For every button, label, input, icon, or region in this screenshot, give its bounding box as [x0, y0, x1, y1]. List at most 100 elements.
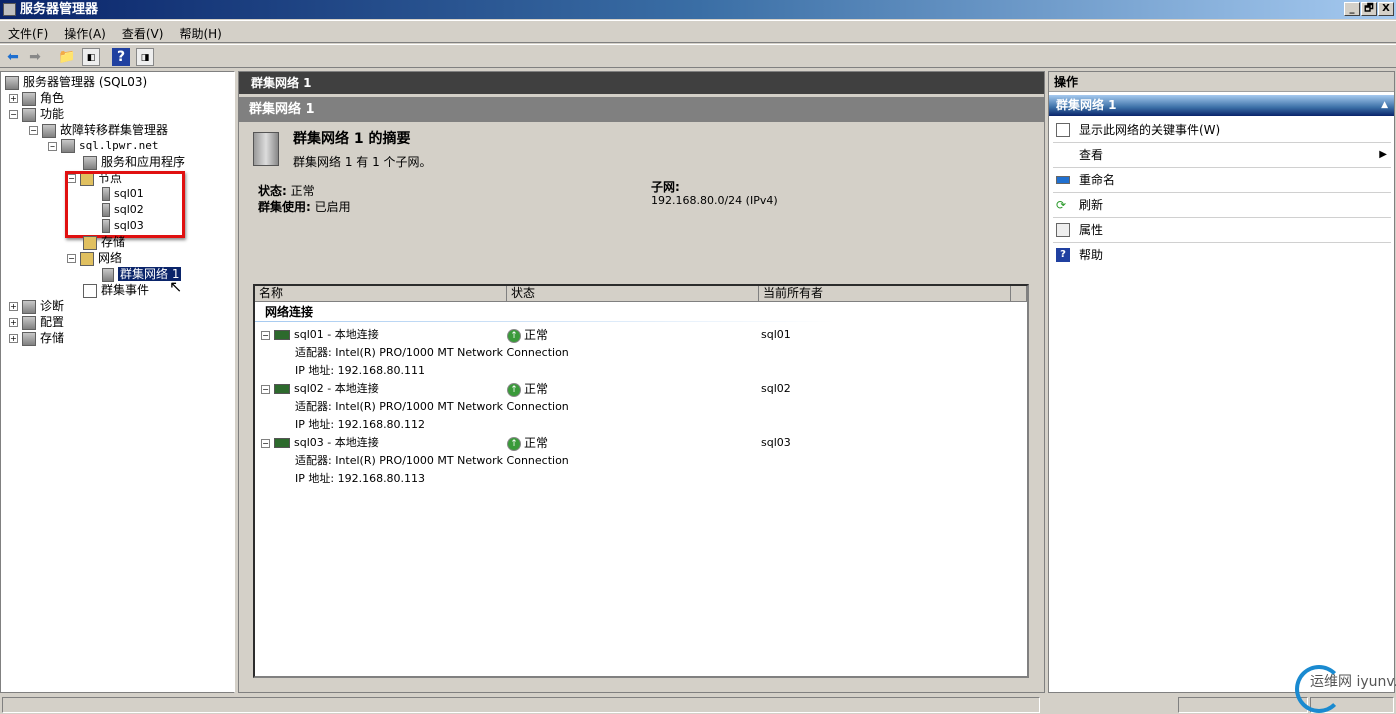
- forward-icon[interactable]: ➡: [26, 48, 44, 66]
- status-field: 状态: 正常: [258, 182, 315, 199]
- expand-icon[interactable]: +: [9, 302, 18, 311]
- action-label: 查看: [1079, 148, 1104, 162]
- connection-ip: IP 地址: 192.168.80.112: [295, 418, 426, 431]
- usage-label: 群集使用:: [258, 200, 311, 214]
- expand-icon[interactable]: +: [9, 334, 18, 343]
- collapse-icon[interactable]: −: [261, 330, 270, 340]
- action-help[interactable]: ? 帮助: [1053, 243, 1391, 268]
- connection-name: sql01 - 本地连接: [294, 328, 379, 341]
- status-text: 正常: [524, 328, 549, 342]
- summary-description: 群集网络 1 有 1 个子网。: [293, 155, 432, 169]
- up-folder-icon[interactable]: 📁: [58, 48, 76, 66]
- close-button[interactable]: X: [1378, 2, 1394, 16]
- status-up-icon: ↑: [507, 328, 521, 343]
- title-bar: 服务器管理器: [0, 0, 1396, 19]
- networks-folder-icon: [80, 251, 94, 266]
- menu-file[interactable]: 文件(F): [0, 21, 56, 46]
- collapse-arrow-icon[interactable]: ▲: [1381, 95, 1388, 116]
- pane-header: 群集网络 1: [239, 72, 1044, 94]
- connection-row[interactable]: − sql01 - 本地连接: [261, 326, 379, 344]
- group-divider: [255, 321, 835, 322]
- connection-owner: sql03: [761, 436, 791, 449]
- tree-label: 网络: [98, 251, 123, 265]
- collapse-icon[interactable]: −: [48, 141, 57, 151]
- pane-subheader: 群集网络 1: [239, 97, 1044, 122]
- collapse-icon[interactable]: −: [29, 126, 38, 135]
- action-properties[interactable]: 属性: [1053, 218, 1391, 243]
- tree-label: 功能: [40, 107, 65, 121]
- collapse-icon[interactable]: −: [9, 110, 18, 119]
- tree-item-services[interactable]: 服务和应用程序: [83, 154, 185, 170]
- window-title: 服务器管理器: [20, 2, 99, 17]
- status-text: 正常: [524, 436, 549, 450]
- back-icon[interactable]: ⬅: [4, 48, 22, 66]
- connection-name: sql03 - 本地连接: [294, 436, 379, 449]
- tree-item-config[interactable]: + 配置: [9, 314, 64, 330]
- refresh-icon: ⟳: [1056, 198, 1067, 212]
- network-connections-list: 名称 状态 当前所有者 网络连接 − sql01 - 本地连接 ↑ 正常 sql01…: [253, 284, 1029, 678]
- menu-view[interactable]: 查看(V): [114, 21, 172, 46]
- status-label: 状态:: [258, 184, 287, 198]
- actions-section-header[interactable]: 群集网络 1 ▲: [1049, 95, 1394, 116]
- usage-value: 已启用: [314, 200, 351, 214]
- tree-item-storage[interactable]: 存储: [83, 234, 125, 250]
- minimize-button[interactable]: _: [1344, 2, 1360, 16]
- events-icon: [1056, 123, 1070, 137]
- tree-root[interactable]: 服务器管理器 (SQL03): [5, 74, 147, 90]
- config-icon: [22, 315, 36, 330]
- column-header-filler: [1011, 286, 1027, 302]
- tree-label: 故障转移群集管理器: [60, 123, 169, 137]
- menu-action[interactable]: 操作(A): [56, 21, 114, 46]
- action-label: 显示此网络的关键事件(W): [1079, 123, 1221, 137]
- events-icon: [83, 283, 97, 298]
- connection-row[interactable]: − sql02 - 本地连接: [261, 380, 379, 398]
- diagnostics-icon: [22, 299, 36, 314]
- help-icon[interactable]: ?: [112, 48, 130, 66]
- action-label: 帮助: [1079, 248, 1104, 262]
- collapse-icon[interactable]: −: [261, 384, 270, 394]
- column-header-status[interactable]: 状态: [507, 286, 759, 302]
- column-header-owner[interactable]: 当前所有者: [759, 286, 1011, 302]
- cluster-manager-icon: [42, 123, 56, 138]
- show-hide-action-pane-icon[interactable]: ◨: [136, 48, 154, 66]
- tree-item-events[interactable]: 群集事件: [83, 282, 149, 298]
- column-header-name[interactable]: 名称: [255, 286, 507, 302]
- menu-bar: 文件(F) 操作(A) 查看(V) 帮助(H): [0, 20, 1396, 43]
- details-pane: 群集网络 1 群集网络 1 群集网络 1 的摘要 群集网络 1 有 1 个子网。…: [238, 71, 1045, 693]
- tree-item-storage-root[interactable]: + 存储: [9, 330, 64, 346]
- navigation-tree: 服务器管理器 (SQL03) + 角色 − 功能 − 故障转移群集管理器 − sql.l…: [0, 71, 235, 693]
- features-icon: [22, 107, 36, 122]
- tree-label: 服务器管理器 (SQL03): [23, 75, 148, 89]
- usage-field: 群集使用: 已启用: [258, 198, 351, 215]
- action-show-critical-events[interactable]: 显示此网络的关键事件(W): [1053, 118, 1391, 143]
- action-label: 刷新: [1079, 198, 1104, 212]
- expand-icon[interactable]: +: [9, 318, 18, 327]
- tree-label: sql.lpwr.net: [79, 139, 159, 152]
- roles-icon: [22, 91, 36, 106]
- restore-button[interactable]: 🗗: [1361, 2, 1377, 16]
- action-refresh[interactable]: ⟳ 刷新: [1053, 193, 1391, 218]
- collapse-icon[interactable]: −: [67, 254, 76, 263]
- connection-ip: IP 地址: 192.168.80.113: [295, 472, 426, 485]
- collapse-icon[interactable]: −: [261, 438, 270, 448]
- show-hide-tree-icon[interactable]: ◧: [82, 48, 100, 66]
- status-text: 正常: [524, 382, 549, 396]
- action-rename[interactable]: 重命名: [1053, 168, 1391, 193]
- connection-adapter: 适配器: Intel(R) PRO/1000 MT Network Connec…: [295, 346, 569, 359]
- action-view[interactable]: 查看 ▶: [1053, 143, 1391, 168]
- subnet-label: 子网:: [651, 180, 680, 194]
- tree-item-diagnostics[interactable]: + 诊断: [9, 298, 64, 314]
- tree-item-roles[interactable]: + 角色: [9, 90, 64, 106]
- tree-item-features[interactable]: − 功能: [9, 106, 64, 122]
- status-bar: [0, 695, 1396, 714]
- expand-icon[interactable]: +: [9, 94, 18, 103]
- subnet-value: 192.168.80.0/24 (IPv4): [651, 194, 778, 207]
- tree-item-networks[interactable]: − 网络: [67, 250, 122, 266]
- summary-title: 群集网络 1 的摘要: [293, 131, 411, 147]
- status-panel: [2, 697, 1040, 713]
- connection-row[interactable]: − sql03 - 本地连接: [261, 434, 379, 452]
- connection-adapter: 适配器: Intel(R) PRO/1000 MT Network Connec…: [295, 454, 569, 467]
- tree-item-fcm[interactable]: − 故障转移群集管理器: [29, 122, 168, 138]
- tree-item-cluster[interactable]: − sql.lpwr.net: [48, 138, 158, 154]
- menu-help[interactable]: 帮助(H): [171, 21, 229, 46]
